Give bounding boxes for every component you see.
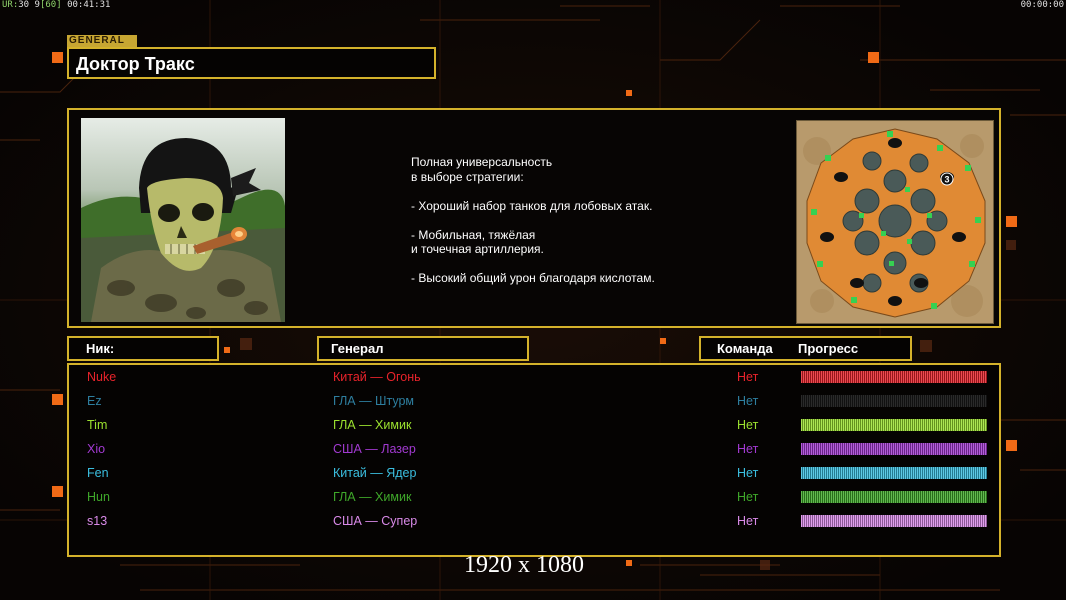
player-progress-bar — [801, 467, 987, 479]
player-team: Нет — [737, 514, 759, 528]
player-row: Ez ГЛА — Штурм Нет — [69, 391, 999, 415]
general-portrait — [81, 118, 285, 322]
player-general: Китай — Ядер — [333, 466, 417, 480]
desc-line: - Мобильная, тяжёлая — [411, 227, 536, 242]
desc-line: и точечная артиллерия. — [411, 242, 544, 256]
player-nick: Nuke — [87, 370, 117, 384]
header-general: Генерал — [317, 336, 529, 361]
player-row: s13 США — Супер Нет — [69, 511, 999, 535]
hud-bracket: [60] — [39, 0, 62, 10]
player-nick: Hun — [87, 490, 110, 504]
players-panel: Nuke Китай — Огонь Нет Ez ГЛА — Штурм Нет Tim Г… — [67, 363, 1001, 557]
resolution-label: 1920 x 1080 — [464, 552, 584, 578]
hud-label: UR: — [2, 0, 19, 10]
map-preview: 3 — [796, 120, 994, 324]
player-team: Нет — [737, 370, 759, 384]
player-progress-bar — [801, 515, 987, 527]
hud-stats: UR:30 9[60] 00:41:31 — [2, 0, 110, 10]
player-general: ГЛА — Штурм — [333, 394, 415, 408]
player-row: Tim ГЛА — Химик Нет — [69, 415, 999, 439]
header-nick-label: Ник: — [86, 341, 115, 356]
desc-line: в выборе стратегии: — [411, 169, 524, 184]
player-general: ГЛА — Химик — [333, 490, 412, 504]
header-progress-label: Прогресс — [798, 341, 859, 356]
hud-game-time: 00:41:31 — [67, 0, 111, 10]
player-progress-bar — [801, 371, 987, 383]
player-row: Fen Китай — Ядер Нет — [69, 463, 999, 487]
player-general: США — Супер — [333, 514, 418, 528]
desc-line: - Хороший набор танков для лобовых атак. — [411, 198, 653, 213]
player-progress-bar — [801, 443, 987, 455]
desc-line: Полная универсальность — [411, 155, 553, 169]
player-nick: Fen — [87, 466, 109, 480]
hud-clock: 00:00:00 — [1020, 0, 1064, 10]
header-general-label: Генерал — [331, 341, 384, 356]
player-team: Нет — [737, 466, 759, 480]
header-team-label: Команда — [717, 341, 773, 356]
player-start-marker: 3 — [944, 175, 949, 185]
player-nick: Tim — [87, 418, 108, 432]
header-team-progress: Команда Прогресс — [699, 336, 912, 361]
player-team: Нет — [737, 394, 759, 408]
skull-portrait-icon — [81, 118, 285, 322]
general-info-panel: Полная универсальность в выборе стратеги… — [67, 108, 1001, 328]
player-general: США — Лазер — [333, 442, 416, 456]
general-name: Доктор Тракс — [76, 54, 195, 74]
player-row: Xio США — Лазер Нет — [69, 439, 999, 463]
player-nick: s13 — [87, 514, 108, 528]
player-team: Нет — [737, 418, 759, 432]
general-description: Полная универсальность в выборе стратеги… — [411, 155, 655, 286]
player-nick: Ez — [87, 394, 102, 408]
hud-values: 30 9 — [18, 0, 40, 10]
header-nick: Ник: — [67, 336, 219, 361]
player-progress-bar — [801, 419, 987, 431]
general-tag: GENERAL — [67, 35, 137, 47]
player-general: Китай — Огонь — [333, 370, 421, 384]
player-row: Hun ГЛА — Химик Нет — [69, 487, 999, 511]
player-general: ГЛА — Химик — [333, 418, 412, 432]
player-row: Nuke Китай — Огонь Нет — [69, 367, 999, 391]
desc-line: - Высокий общий урон благодаря кислотам. — [411, 271, 655, 285]
general-title-box: Доктор Тракс — [67, 47, 436, 79]
player-progress-bar — [801, 395, 987, 407]
player-nick: Xio — [87, 442, 106, 456]
player-team: Нет — [737, 442, 759, 456]
player-progress-bar — [801, 491, 987, 503]
player-team: Нет — [737, 490, 759, 504]
